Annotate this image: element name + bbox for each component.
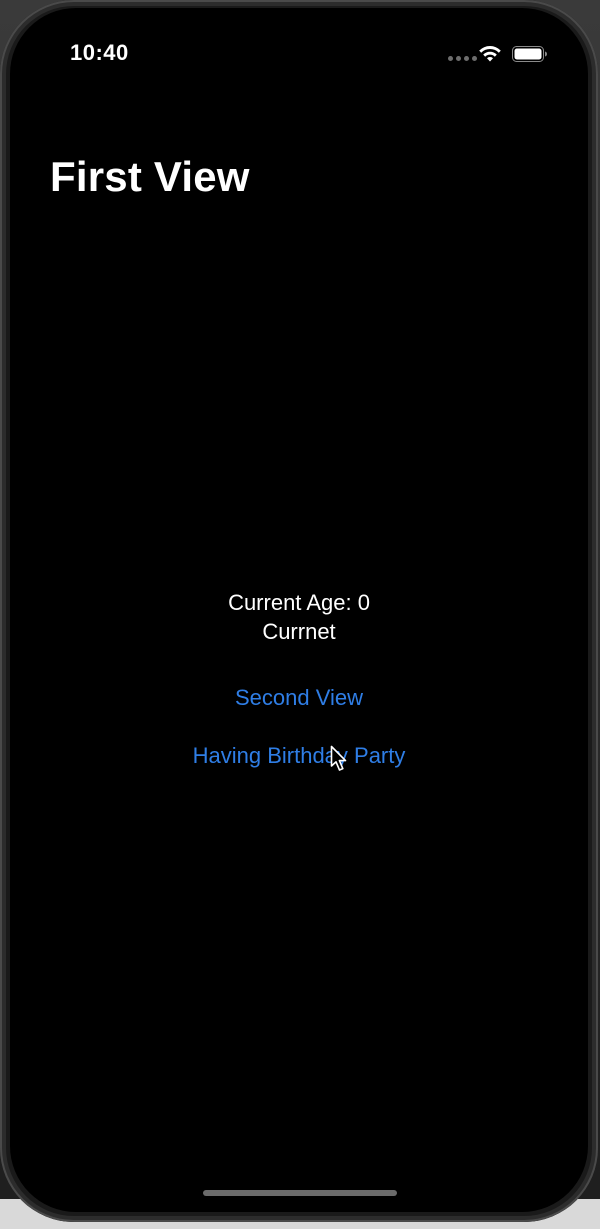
app-screen: 10:40 First View Current Age: 0 Currnet … — [10, 8, 588, 1212]
wifi-icon — [479, 46, 501, 62]
page-title: First View — [50, 153, 250, 200]
status-time: 10:40 — [70, 40, 129, 65]
current-age-text: Current Age: 0 — [228, 590, 370, 615]
main-content: Current Age: 0 Currnet Second View Havin… — [10, 588, 588, 769]
home-indicator[interactable] — [203, 1190, 397, 1196]
birthday-party-button[interactable]: Having Birthday Party — [193, 743, 406, 769]
signal-dots-icon — [448, 56, 477, 61]
device-frame: 10:40 First View Current Age: 0 Currnet … — [0, 0, 598, 1222]
status-text: Currnet — [262, 619, 336, 644]
battery-icon — [512, 46, 547, 62]
status-bar: 10:40 — [10, 8, 588, 98]
second-view-button[interactable]: Second View — [235, 685, 363, 711]
